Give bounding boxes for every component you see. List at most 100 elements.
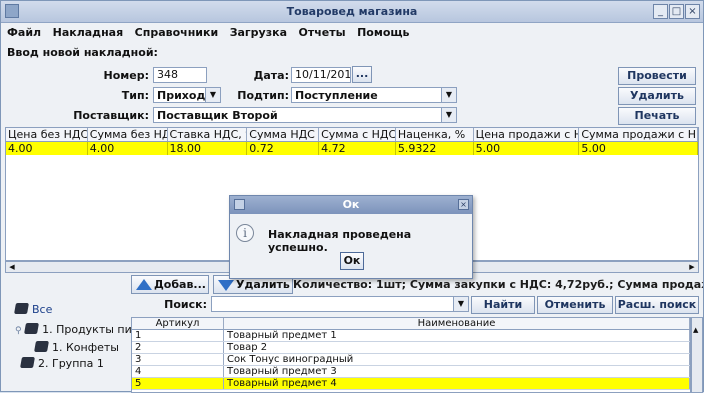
grid-column-header[interactable]: Сумма с НДС xyxy=(319,128,396,141)
type-label: Тип: xyxy=(121,89,149,102)
grid-cell[interactable]: 0.72 xyxy=(247,142,320,155)
remove-item-label: Удалить xyxy=(236,278,290,291)
date-field[interactable]: 10/11/2013 xyxy=(291,67,351,83)
subtype-value: Поступление xyxy=(295,89,378,102)
number-label: Номер: xyxy=(103,69,150,82)
scroll-up-icon[interactable]: ▲ xyxy=(693,326,698,334)
type-select[interactable]: Приход ▼ xyxy=(153,87,221,103)
tree-node-label: 2. Группа 1 xyxy=(38,357,104,370)
items-cell[interactable]: 4 xyxy=(132,366,224,377)
expand-icon[interactable]: ⚲ xyxy=(15,326,22,336)
supplier-value: Поставщик Второй xyxy=(157,109,278,122)
print-button[interactable]: Печать xyxy=(618,107,696,125)
grid-header: Цена без НДС Сумма без НДС Ставка НДС, %… xyxy=(6,128,698,142)
items-column-header[interactable]: Артикул xyxy=(132,318,224,329)
grid-column-header[interactable]: Цена продажи с НДС xyxy=(474,128,580,141)
scroll-right-icon[interactable]: ▶ xyxy=(686,262,698,272)
dialog-message: Накладная проведена успешно. xyxy=(268,228,412,254)
arrow-up-icon xyxy=(136,279,152,290)
grid-column-header[interactable]: Наценка, % xyxy=(396,128,474,141)
advanced-search-button[interactable]: Расш. поиск xyxy=(615,296,699,314)
grid-cell[interactable]: 4.00 xyxy=(88,142,168,155)
post-button[interactable]: Провести xyxy=(618,67,696,85)
grid-cell[interactable]: 5.00 xyxy=(579,142,698,155)
menu-invoice[interactable]: Накладная xyxy=(53,24,124,42)
tree-node-label: Все xyxy=(32,303,53,316)
items-cell[interactable]: 3 xyxy=(132,354,224,365)
grid-column-header[interactable]: Сумма без НДС xyxy=(88,128,168,141)
tree-node-label: 1. Продукты пи xyxy=(42,323,132,336)
close-icon[interactable]: × xyxy=(685,4,700,19)
dialog-ok-button[interactable]: Ок xyxy=(340,252,364,270)
menu-bar: Файл Накладная Справочники Загрузка Отче… xyxy=(1,24,703,42)
items-cell[interactable]: Товарный предмет 3 xyxy=(224,366,690,377)
folder-icon xyxy=(24,323,40,334)
date-picker-button[interactable]: ... xyxy=(352,66,372,83)
number-field[interactable]: 348 xyxy=(153,67,207,83)
window-title: Товаровед магазина xyxy=(286,5,418,18)
items-row-selected[interactable]: 5 Товарный предмет 4 xyxy=(132,378,690,390)
menu-help[interactable]: Помощь xyxy=(357,24,409,42)
category-tree[interactable]: Все ⚲ 1. Продукты пи 1. Конфеты 2. Групп… xyxy=(14,293,137,391)
folder-icon xyxy=(34,341,49,352)
chevron-down-icon[interactable]: ▼ xyxy=(205,88,220,102)
find-button[interactable]: Найти xyxy=(471,296,535,314)
items-row[interactable]: 2 Товар 2 xyxy=(132,342,690,354)
vertical-scrollbar[interactable]: ▲ xyxy=(691,317,703,393)
items-cell[interactable]: Сок Тонус виноградный xyxy=(224,354,690,365)
grid-cell[interactable]: 5.9322 xyxy=(396,142,474,155)
delete-invoice-button[interactable]: Удалить xyxy=(618,87,696,105)
info-icon: i xyxy=(236,224,254,242)
items-row[interactable]: 1 Товарный предмет 1 xyxy=(132,330,690,342)
menu-file[interactable]: Файл xyxy=(7,24,41,42)
tree-node-group1[interactable]: 2. Группа 1 xyxy=(20,357,104,370)
grid-column-header[interactable]: Сумма продажи с Н... xyxy=(579,128,698,141)
chevron-down-icon[interactable]: ▼ xyxy=(441,108,456,122)
menu-reports[interactable]: Отчеты xyxy=(299,24,346,42)
items-cell[interactable]: Товарный предмет 1 xyxy=(224,330,690,341)
supplier-select[interactable]: Поставщик Второй ▼ xyxy=(153,107,457,123)
chevron-down-icon[interactable]: ▼ xyxy=(441,88,456,102)
grid-column-header[interactable]: Цена без НДС xyxy=(6,128,88,141)
maximize-icon[interactable]: □ xyxy=(669,4,684,19)
items-column-header[interactable]: Наименование xyxy=(224,318,690,329)
items-table[interactable]: Артикул Наименование 1 Товарный предмет … xyxy=(131,317,691,393)
cancel-search-button[interactable]: Отменить xyxy=(537,296,613,314)
grid-cell[interactable]: 5.00 xyxy=(474,142,580,155)
items-cell[interactable]: 1 xyxy=(132,330,224,341)
dialog-close-icon[interactable]: × xyxy=(458,199,469,210)
title-bar[interactable]: Товаровед магазина _ □ × xyxy=(1,1,703,23)
add-item-button[interactable]: Добав... xyxy=(131,275,209,294)
grid-cell[interactable]: 4.00 xyxy=(6,142,88,155)
menu-directories[interactable]: Справочники xyxy=(135,24,219,42)
subtype-select[interactable]: Поступление ▼ xyxy=(291,87,457,103)
menu-load[interactable]: Загрузка xyxy=(230,24,287,42)
search-input[interactable]: ▼ xyxy=(211,296,469,312)
items-cell[interactable]: Товарный предмет 4 xyxy=(224,378,690,389)
grid-column-header[interactable]: Сумма НДС xyxy=(247,128,320,141)
arrow-down-icon xyxy=(218,280,234,291)
items-cell[interactable]: 2 xyxy=(132,342,224,353)
tree-node-products[interactable]: ⚲ 1. Продукты пи xyxy=(15,323,132,336)
minimize-icon[interactable]: _ xyxy=(653,4,668,19)
folder-icon xyxy=(14,303,29,314)
add-item-label: Добав... xyxy=(154,278,206,291)
grid-row[interactable]: 4.00 4.00 18.00 0.72 4.72 5.9322 5.00 5.… xyxy=(6,142,698,155)
tree-node-root[interactable]: Все xyxy=(14,303,53,316)
scroll-left-icon[interactable]: ◀ xyxy=(6,262,18,272)
section-title: Ввод новой накладной: xyxy=(7,46,158,59)
items-row[interactable]: 3 Сок Тонус виноградный xyxy=(132,354,690,366)
chevron-down-icon[interactable]: ▼ xyxy=(453,297,468,311)
dialog-app-icon xyxy=(234,199,245,210)
items-header: Артикул Наименование xyxy=(132,318,690,330)
dialog-title[interactable]: Ок xyxy=(230,196,472,214)
grid-cell[interactable]: 4.72 xyxy=(319,142,396,155)
items-cell[interactable]: 5 xyxy=(132,378,224,389)
grid-cell[interactable]: 18.00 xyxy=(168,142,248,155)
items-cell[interactable]: Товар 2 xyxy=(224,342,690,353)
supplier-label: Поставщик: xyxy=(73,109,149,122)
folder-icon xyxy=(20,357,35,368)
tree-node-candy[interactable]: 1. Конфеты xyxy=(34,341,119,354)
grid-column-header[interactable]: Ставка НДС, % xyxy=(168,128,248,141)
items-row[interactable]: 4 Товарный предмет 3 xyxy=(132,366,690,378)
